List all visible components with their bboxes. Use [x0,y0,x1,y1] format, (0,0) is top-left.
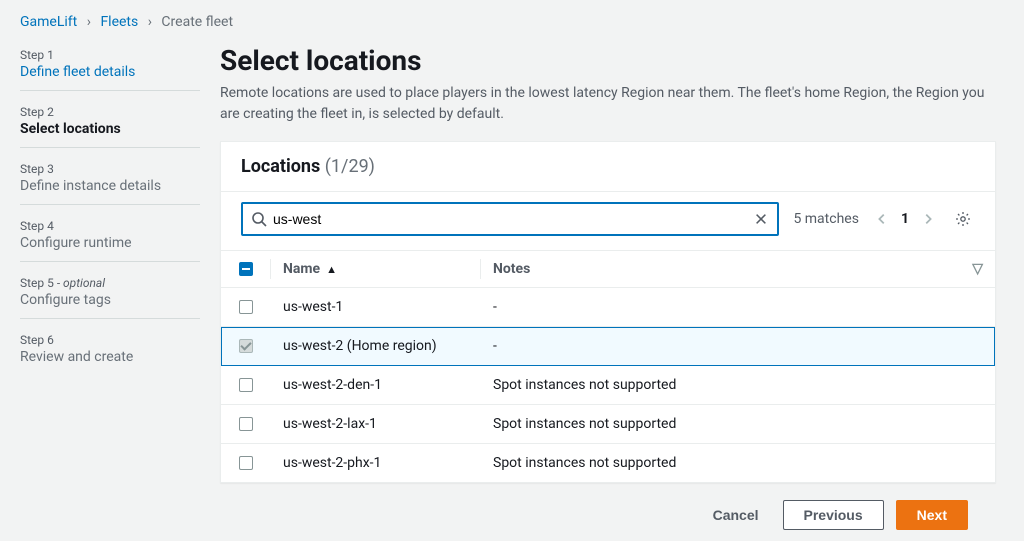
breadcrumb-gamelift[interactable]: GameLift [20,14,77,30]
table-row[interactable]: us-west-2-den-1 Spot instances not suppo… [221,366,995,405]
previous-button[interactable]: Previous [783,500,884,530]
table-row[interactable]: us-west-2-phx-1 Spot instances not suppo… [221,444,995,483]
step-2: Step 2 Select locations [20,101,200,148]
row-checkbox[interactable] [239,378,253,392]
select-all-header[interactable] [221,251,271,288]
breadcrumb-fleets[interactable]: Fleets [100,14,138,30]
location-notes: Spot instances not supported [481,444,995,483]
pagination: 1 [873,210,937,228]
location-notes: Spot instances not supported [481,405,995,444]
card-header: Locations (1/29) [221,142,995,192]
location-notes: - [481,327,995,366]
step-label: Step 6 [20,333,200,347]
indeterminate-checkbox-icon [239,262,253,276]
wizard-steps: Step 1 Define fleet details Step 2 Selec… [20,40,220,541]
name-column-header[interactable]: Name▲ [271,251,481,288]
location-name: us-west-2-lax-1 [271,405,481,444]
table-row[interactable]: us-west-2 (Home region) - [221,327,995,366]
step-title: Configure tags [20,292,200,308]
step-title: Select locations [20,121,200,137]
step-label: Step 5 - optional [20,276,200,290]
location-name: us-west-2-den-1 [271,366,481,405]
step-label: Step 2 [20,105,200,119]
notes-column-header[interactable]: Notes▽ [481,251,995,288]
close-icon [754,212,768,226]
location-name: us-west-2-phx-1 [271,444,481,483]
footer-actions: Cancel Previous Next [220,483,996,531]
chevron-right-icon: › [148,14,152,30]
search-wrapper [241,202,779,236]
cancel-button[interactable]: Cancel [701,499,771,531]
row-checkbox[interactable] [239,456,253,470]
location-notes: Spot instances not supported [481,366,995,405]
clear-search-button[interactable] [751,209,771,229]
step-title: Define fleet details [20,64,200,80]
step-label: Step 4 [20,219,200,233]
next-button[interactable]: Next [896,500,968,530]
row-checkbox[interactable] [239,417,253,431]
step-label: Step 1 [20,48,200,62]
row-checkbox[interactable] [239,300,253,314]
search-input[interactable] [243,205,777,233]
settings-button[interactable] [951,207,975,231]
locations-card: Locations (1/29) 5 matches [220,141,996,483]
step-title: Review and create [20,349,200,365]
locations-table: Name▲ Notes▽ us-west-1 - us-west-2 (Home… [221,250,995,482]
gear-icon [955,211,971,227]
location-notes: - [481,288,995,327]
breadcrumb: GameLift › Fleets › Create fleet [0,0,1024,40]
step-label: Step 3 [20,162,200,176]
table-row[interactable]: us-west-1 - [221,288,995,327]
prev-page-button[interactable] [873,210,891,228]
page-description: Remote locations are used to place playe… [220,83,996,125]
step-3: Step 3 Define instance details [20,158,200,205]
step-1[interactable]: Step 1 Define fleet details [20,44,200,91]
matches-count: 5 matches [793,211,859,227]
location-name: us-west-1 [271,288,481,327]
step-4: Step 4 Configure runtime [20,215,200,262]
sort-asc-icon: ▲ [326,263,337,276]
step-6: Step 6 Review and create [20,329,200,375]
table-row[interactable]: us-west-2-lax-1 Spot instances not suppo… [221,405,995,444]
step-5: Step 5 - optional Configure tags [20,272,200,319]
next-page-button[interactable] [919,210,937,228]
step-title: Define instance details [20,178,200,194]
sort-icon: ▽ [972,261,983,277]
step-title: Configure runtime [20,235,200,251]
row-checkbox [239,339,253,353]
page-number: 1 [901,211,909,227]
chevron-right-icon [921,212,935,226]
location-name: us-west-2 (Home region) [271,327,481,366]
page-title: Select locations [220,44,996,77]
breadcrumb-current: Create fleet [161,14,233,30]
chevron-right-icon: › [87,14,91,30]
chevron-left-icon [875,212,889,226]
search-icon [251,211,267,227]
